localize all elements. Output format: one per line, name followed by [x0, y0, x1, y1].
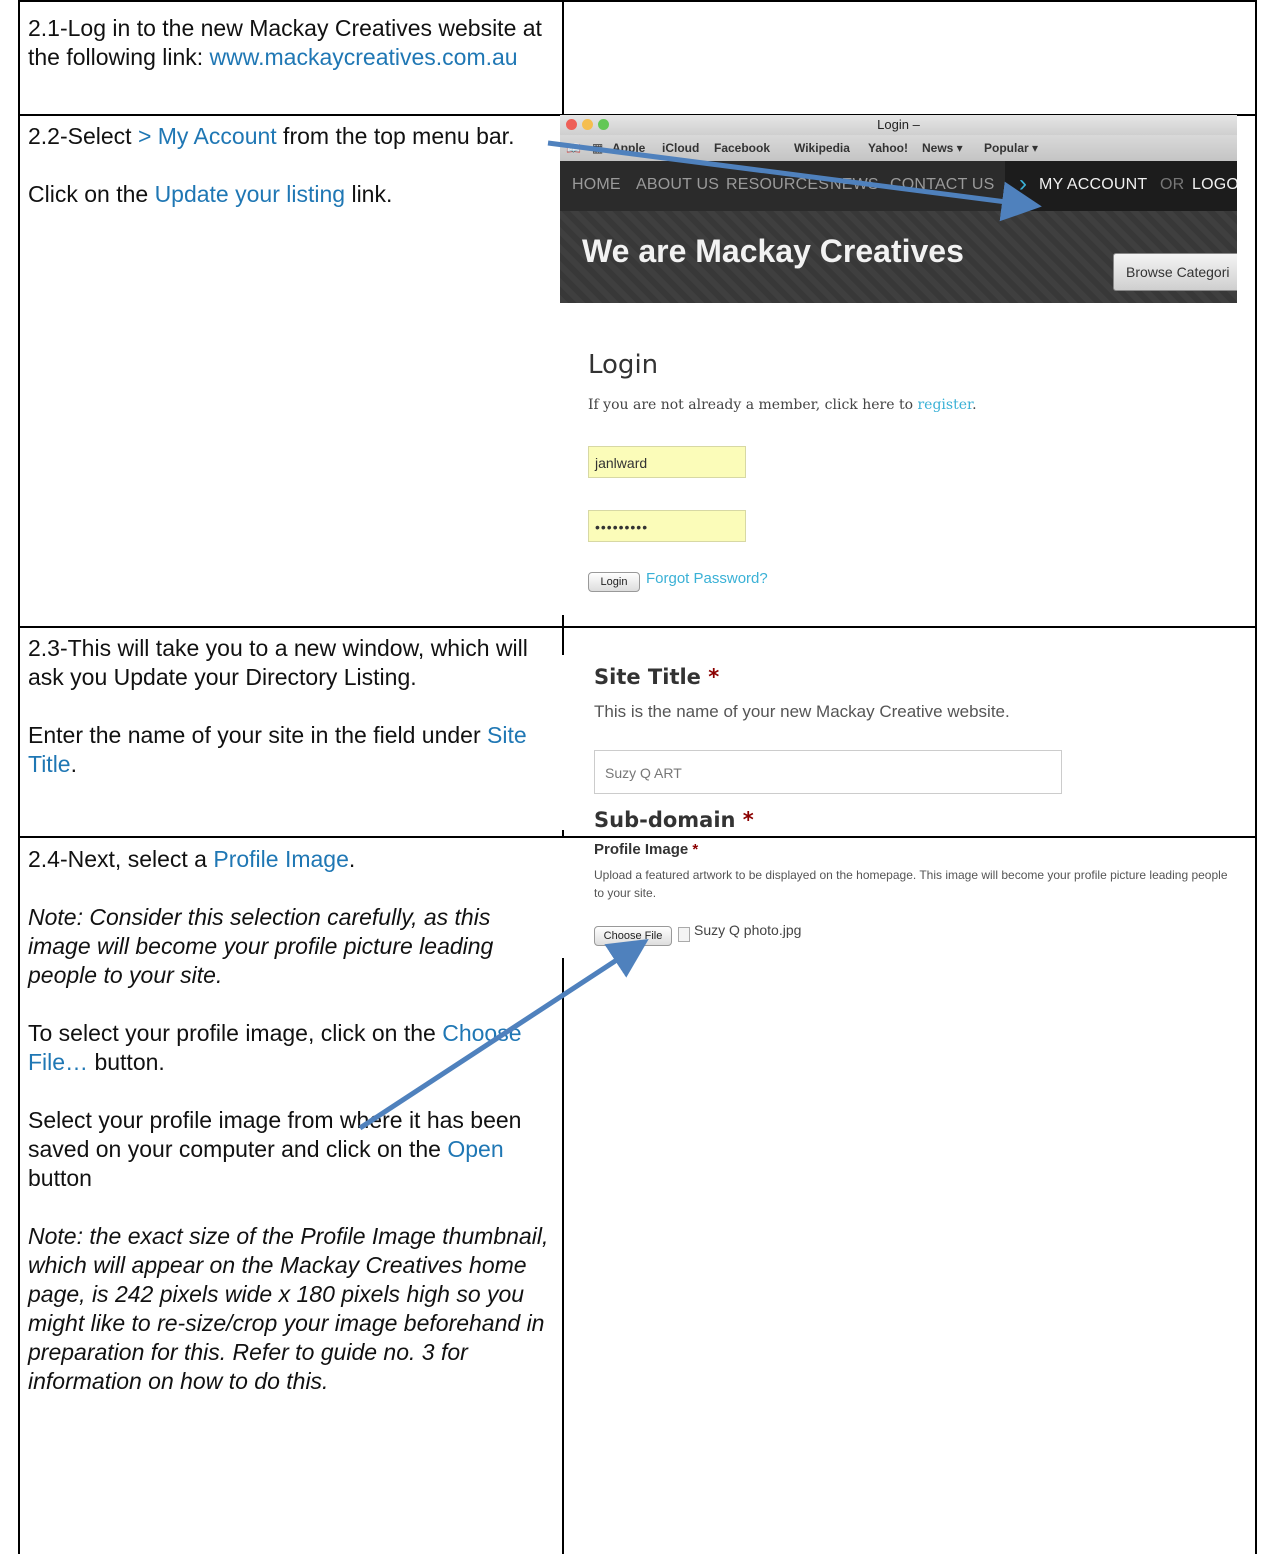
step-2-2-cell: 2.2-Select > My Account from the top men…: [28, 122, 553, 209]
nav-logout[interactable]: LOGO: [1192, 176, 1237, 194]
step-2-2-suffix: from the top menu bar.: [276, 123, 515, 149]
required-marker: *: [692, 841, 699, 858]
subdomain-label-text: Sub-domain: [594, 808, 736, 830]
site-nav: HOME ABOUT US RESOURCES NEWS CONTACT US …: [560, 161, 1237, 211]
step-2-2-prefix: 2.2-Select: [28, 123, 138, 149]
step-2-1-cell: 2.1-Log in to the new Mackay Creatives w…: [28, 14, 553, 72]
site-banner: We are Mackay Creatives Browse Categori: [560, 211, 1237, 303]
step-2-4-prefix: 2.4-Next, select a: [28, 846, 214, 872]
step-2-3-line2-prefix: Enter the name of your site in the field…: [28, 722, 487, 748]
login-intro-text: If you are not already a member, click h…: [588, 397, 918, 413]
choose-file-button[interactable]: Choose File: [594, 926, 672, 946]
bookmark-news[interactable]: News ▾: [922, 141, 963, 155]
account-area: › MY ACCOUNT OR LOGO: [1005, 161, 1237, 211]
table-border-top: [18, 0, 1257, 2]
login-heading: Login: [588, 350, 659, 380]
open-ref: Open: [447, 1136, 504, 1162]
site-title-label-text: Site Title: [594, 665, 701, 689]
note-image-size: Note: the exact size of the Profile Imag…: [28, 1223, 549, 1394]
step-2-3-cell: 2.3-This will take you to a new window, …: [28, 634, 553, 779]
step-2-2-line2-prefix: Click on the: [28, 181, 155, 207]
selected-filename: Suzy Q photo.jpg: [694, 922, 802, 938]
step-2-4-line3-suffix: button.: [88, 1049, 165, 1075]
step-2-3-text: 2.3-This will take you to a new window, …: [28, 635, 528, 690]
nav-resources[interactable]: RESOURCES: [726, 176, 829, 194]
site-title-help: This is the name of your new Mackay Crea…: [594, 702, 1010, 721]
bookmarks-bar: 📖 ▦ Apple iCloud Facebook Wikipedia Yaho…: [560, 135, 1237, 162]
password-field[interactable]: •••••••••: [588, 510, 746, 542]
file-icon: [678, 927, 690, 942]
profile-image-ref: Profile Image: [213, 846, 349, 872]
site-title-input[interactable]: Suzy Q ART: [594, 750, 1062, 794]
update-listing-ref: Update your listing: [154, 181, 346, 207]
chevron-right-icon: ›: [1019, 170, 1027, 197]
nav-or: OR: [1160, 176, 1185, 193]
forgot-password-link[interactable]: Forgot Password?: [646, 570, 768, 587]
bookmark-yahoo[interactable]: Yahoo!: [868, 141, 908, 155]
login-button[interactable]: Login: [588, 572, 640, 592]
bookmark-popular[interactable]: Popular ▾: [984, 141, 1038, 155]
profile-image-help: Upload a featured artwork to be displaye…: [594, 868, 1228, 900]
window-titlebar: Login –: [560, 115, 1237, 135]
nav-home[interactable]: HOME: [572, 176, 621, 194]
profile-image-screenshot: Profile Image * Upload a featured artwor…: [560, 838, 1237, 958]
banner-title: We are Mackay Creatives: [582, 233, 964, 269]
bookmark-icloud[interactable]: iCloud: [662, 141, 699, 155]
row-divider: [18, 626, 1257, 628]
my-account-ref: > My Account: [137, 123, 277, 149]
required-marker: *: [742, 808, 754, 830]
profile-image-label: Profile Image *: [594, 841, 698, 858]
required-marker: *: [708, 665, 720, 689]
bookmark-facebook[interactable]: Facebook: [714, 141, 770, 155]
step-2-4-line4-suffix: button: [28, 1165, 92, 1191]
nav-contact[interactable]: CONTACT US: [890, 176, 995, 194]
login-screenshot: Login – 📖 ▦ Apple iCloud Facebook Wikipe…: [560, 115, 1237, 615]
login-intro-suffix: .: [972, 397, 977, 413]
table-border-left: [18, 0, 20, 1554]
window-title: Login –: [877, 117, 920, 132]
website-link[interactable]: www.mackaycreatives.com.au: [210, 44, 518, 70]
bookmark-wikipedia[interactable]: Wikipedia: [794, 141, 850, 155]
step-2-3-line2-suffix: .: [70, 751, 77, 777]
register-link[interactable]: register: [917, 397, 972, 413]
step-2-2-line2-suffix: link.: [345, 181, 393, 207]
nav-about[interactable]: ABOUT US: [636, 176, 719, 194]
nav-news[interactable]: NEWS: [830, 176, 879, 194]
step-2-4-suffix: .: [348, 846, 356, 872]
bookmark-apple[interactable]: Apple: [612, 141, 645, 155]
note-selection: Note: Consider this selection carefully,…: [28, 904, 494, 988]
step-2-4-cell: 2.4-Next, select a Profile Image. Note: …: [28, 845, 553, 1396]
site-title-screenshot: Site Title * This is the name of your ne…: [560, 655, 1237, 830]
step-2-4-line3-prefix: To select your profile image, click on t…: [28, 1020, 443, 1046]
profile-image-label-text: Profile Image: [594, 841, 689, 858]
grid-icon[interactable]: ▦: [592, 141, 603, 155]
login-intro: If you are not already a member, click h…: [588, 397, 977, 413]
subdomain-label: Sub-domain *: [594, 808, 754, 830]
table-border-right: [1255, 0, 1257, 1554]
site-title-label: Site Title *: [594, 665, 719, 689]
nav-my-account[interactable]: MY ACCOUNT: [1039, 176, 1147, 194]
book-icon[interactable]: 📖: [566, 141, 581, 155]
browse-categories-button[interactable]: Browse Categori: [1113, 253, 1237, 291]
username-field[interactable]: janlward: [588, 446, 746, 478]
